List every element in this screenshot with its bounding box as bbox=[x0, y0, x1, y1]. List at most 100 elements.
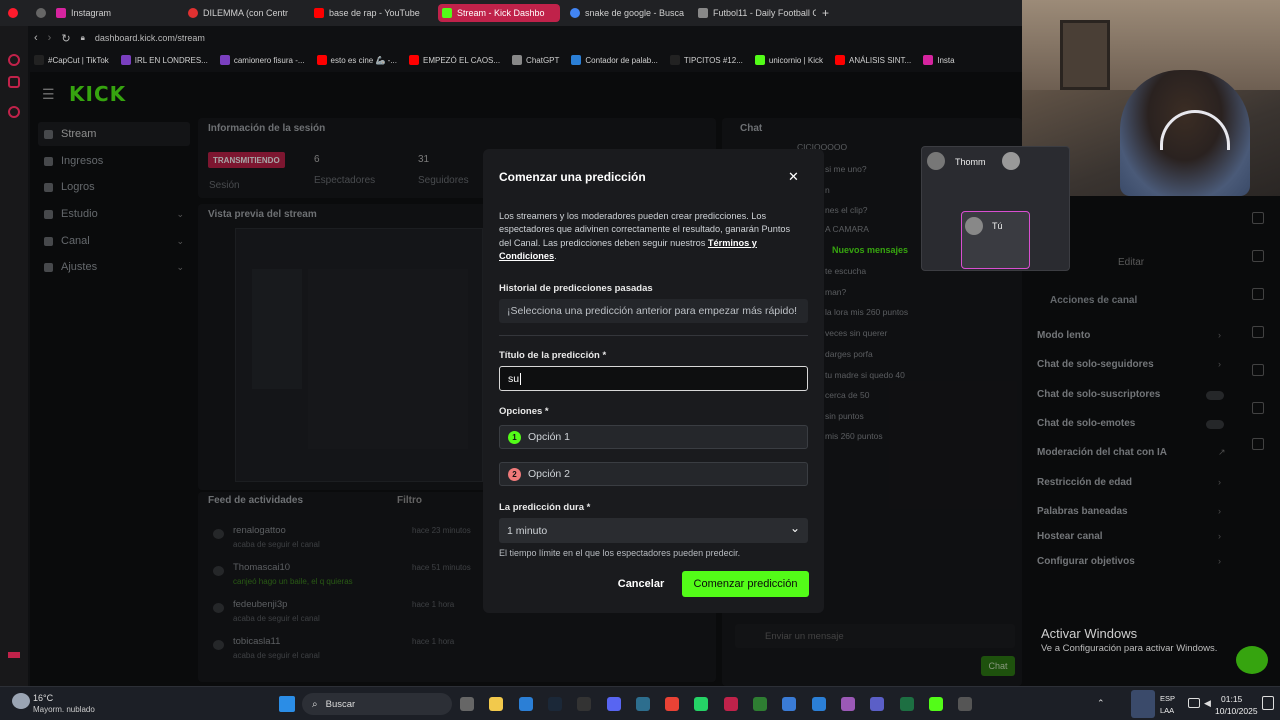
weather-icon[interactable] bbox=[12, 693, 30, 709]
history-select[interactable]: ¡Selecciona una predicción anterior para… bbox=[499, 299, 808, 323]
taskbar-search[interactable]: ⌕ Buscar bbox=[302, 693, 452, 715]
bookmark-icon bbox=[219, 55, 230, 65]
bookmark-item[interactable]: esto es cine 🦾 -... bbox=[316, 55, 397, 65]
clock-time[interactable]: 01:15 bbox=[1221, 694, 1242, 704]
option-1-input[interactable]: 1 Opción 1 bbox=[499, 425, 808, 449]
bookmark-item[interactable]: IRL EN LONDRES... bbox=[120, 55, 208, 65]
tab-futbol11[interactable]: Futbol11 - Daily Football G bbox=[694, 4, 816, 22]
search-icon: ⌕ bbox=[312, 698, 318, 710]
bookmark-icon bbox=[834, 55, 845, 65]
bookmark-item[interactable]: ChatGPT bbox=[512, 55, 559, 65]
workspace-icon[interactable] bbox=[32, 4, 46, 22]
option-1-placeholder: Opción 1 bbox=[528, 431, 571, 443]
keyboard-layout[interactable]: LAA bbox=[1160, 706, 1174, 715]
avatar bbox=[1002, 152, 1020, 170]
duration-help: El tiempo límite en el que los espectado… bbox=[499, 548, 741, 558]
network-icon[interactable] bbox=[1188, 698, 1200, 708]
bookmark-label: #CapCut | TikTok bbox=[48, 55, 109, 65]
start-icon[interactable] bbox=[279, 696, 295, 712]
tab-label: Futbol11 - Daily Football G bbox=[713, 8, 816, 18]
obs-icon[interactable] bbox=[958, 697, 973, 711]
notifications-icon[interactable] bbox=[1262, 696, 1274, 710]
history-icon[interactable] bbox=[8, 106, 20, 118]
tab-kick-dashboard[interactable]: Stream - Kick Dashbo bbox=[438, 4, 560, 22]
bookmark-item[interactable]: camionero fisura -... bbox=[219, 55, 305, 65]
file-explorer-icon[interactable] bbox=[489, 697, 504, 711]
tab-dilemma[interactable]: DILEMMA (con Centr bbox=[184, 4, 302, 22]
close-icon[interactable]: ✕ bbox=[788, 169, 799, 185]
cancel-button[interactable]: Cancelar bbox=[611, 572, 671, 596]
forward-icon[interactable]: › bbox=[48, 32, 52, 44]
tab-snake-google[interactable]: snake de google - Busca bbox=[566, 4, 688, 22]
title-label: Título de la predicción * bbox=[499, 350, 607, 361]
steam-icon[interactable] bbox=[547, 697, 562, 711]
calculator-icon[interactable] bbox=[753, 697, 767, 711]
microphone-icon[interactable] bbox=[1131, 690, 1155, 718]
instagram-icon bbox=[56, 8, 66, 18]
bookmark-label: camionero fisura -... bbox=[233, 55, 305, 65]
back-icon[interactable]: ‹ bbox=[34, 32, 38, 44]
duration-select[interactable]: 1 minuto ⌄ bbox=[499, 518, 808, 543]
webcam-window bbox=[1060, 20, 1110, 90]
youtube-icon bbox=[188, 8, 198, 18]
clock-date[interactable]: 10/10/2025 bbox=[1215, 706, 1258, 716]
new-tab-button[interactable]: + bbox=[818, 4, 836, 22]
divider bbox=[499, 335, 808, 336]
opera-sidebar bbox=[0, 26, 28, 686]
reload-icon[interactable]: ↻ bbox=[61, 32, 70, 45]
bookmark-label: Insta bbox=[937, 55, 955, 65]
bookmark-icon bbox=[669, 55, 680, 65]
bookmark-item[interactable]: unicornio | Kick bbox=[754, 55, 823, 65]
avatar bbox=[965, 217, 983, 235]
volume-icon[interactable]: ◀︎ bbox=[1204, 698, 1211, 709]
bookmarks-bar: #CapCut | TikTok IRL EN LONDRES... camione… bbox=[30, 50, 1030, 70]
chrome-icon[interactable] bbox=[665, 697, 680, 711]
duration-value: 1 minuto bbox=[507, 524, 548, 537]
epic-games-icon[interactable] bbox=[577, 697, 592, 711]
start-prediction-button[interactable]: Comenzar predicción bbox=[682, 571, 809, 597]
tab-label: Stream - Kick Dashbo bbox=[457, 8, 545, 18]
messenger-icon[interactable] bbox=[8, 76, 20, 88]
chevron-down-icon: ⌄ bbox=[789, 521, 800, 535]
chevron-up-icon[interactable]: ⌃ bbox=[1097, 698, 1105, 709]
bookmark-item[interactable]: TIPCITOS #12... bbox=[669, 55, 743, 65]
opera-gx-icon[interactable] bbox=[723, 697, 738, 711]
task-view-icon[interactable] bbox=[460, 697, 474, 711]
tab-instagram[interactable]: Instagram bbox=[52, 4, 182, 22]
gx-icon[interactable] bbox=[8, 652, 20, 658]
bookmark-item[interactable]: EMPEZÓ EL CAOS... bbox=[408, 55, 500, 65]
bookmark-icon bbox=[754, 55, 765, 65]
option-2-input[interactable]: 2 Opción 2 bbox=[499, 462, 808, 486]
tab-label: DILEMMA (con Centr bbox=[203, 8, 289, 18]
weather-desc[interactable]: Mayorm. nublado bbox=[33, 705, 95, 714]
copilot-icon[interactable] bbox=[840, 697, 855, 711]
prediction-title-input[interactable]: su bbox=[499, 366, 808, 391]
modal-title: Comenzar una predicción bbox=[499, 170, 646, 184]
tab-label: Instagram bbox=[71, 8, 112, 18]
bookmark-icon bbox=[316, 55, 327, 65]
store-icon[interactable] bbox=[782, 697, 797, 711]
tab-base-de-rap[interactable]: base de rap - YouTube bbox=[310, 4, 432, 22]
discord-icon[interactable] bbox=[606, 697, 621, 711]
defender-icon[interactable] bbox=[811, 697, 826, 711]
bookmark-item[interactable]: ANÁLISIS SINT... bbox=[834, 55, 911, 65]
bookmark-item[interactable]: #CapCut | TikTok bbox=[34, 55, 109, 65]
language-code[interactable]: ESP bbox=[1160, 694, 1175, 703]
whatsapp-icon[interactable] bbox=[694, 697, 709, 711]
bookmark-item[interactable]: Contador de palab... bbox=[571, 55, 658, 65]
aria-icon[interactable] bbox=[8, 54, 20, 66]
history-label: Historial de predicciones pasadas bbox=[499, 283, 653, 294]
opera-logo-icon[interactable] bbox=[4, 4, 26, 22]
kick-app-icon[interactable] bbox=[928, 697, 943, 711]
bookmark-icon bbox=[512, 55, 523, 65]
bookmark-label: IRL EN LONDRES... bbox=[134, 55, 208, 65]
teams-icon[interactable] bbox=[870, 697, 885, 711]
weather-temp[interactable]: 16°C bbox=[33, 693, 53, 703]
excel-icon[interactable] bbox=[899, 697, 914, 711]
bookmark-icon bbox=[571, 55, 582, 65]
edge-icon[interactable] bbox=[518, 697, 533, 711]
bookmark-item[interactable]: Insta bbox=[923, 55, 955, 65]
url-field[interactable]: dashboard.kick.com/stream bbox=[95, 33, 205, 43]
google-icon bbox=[570, 8, 580, 18]
app-icon[interactable] bbox=[635, 697, 650, 711]
